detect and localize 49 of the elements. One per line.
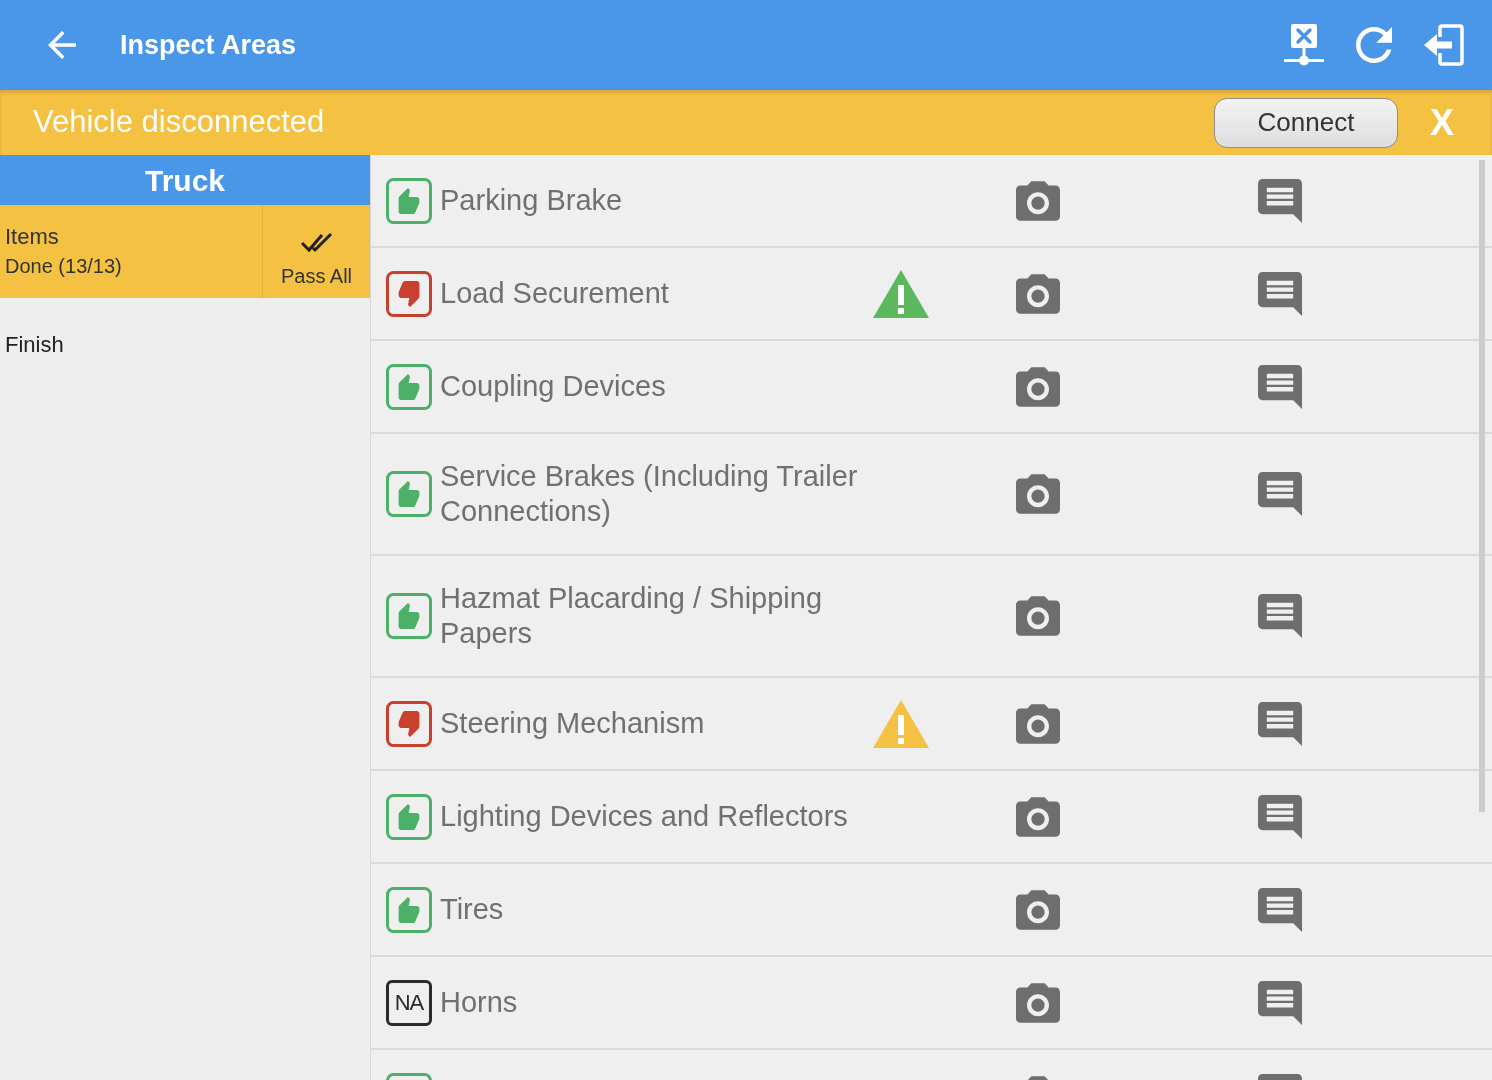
comment-icon[interactable]	[1258, 271, 1302, 316]
camera-icon[interactable]	[1016, 474, 1060, 514]
camera-icon[interactable]	[1016, 180, 1060, 221]
back-arrow-icon[interactable]	[48, 31, 76, 59]
comment-icon[interactable]	[1258, 178, 1302, 223]
item-name: Lighting Devices and Reflectors	[440, 800, 848, 832]
items-label: Items	[5, 222, 60, 251]
connect-button[interactable]: Connect	[1214, 97, 1398, 148]
camera-icon[interactable]	[1016, 703, 1060, 744]
network-error-icon[interactable]	[1284, 23, 1324, 67]
thumbs-up-icon[interactable]	[386, 363, 432, 410]
item-name: Load Securement	[440, 277, 669, 309]
thumbs-up-icon[interactable]	[386, 471, 432, 517]
comment-icon[interactable]	[1258, 980, 1302, 1025]
camera-icon[interactable]	[1016, 273, 1060, 314]
camera-icon[interactable]	[1016, 796, 1060, 837]
thumbs-up-icon[interactable]	[386, 793, 432, 840]
item-name: Tires	[440, 893, 504, 925]
comment-icon[interactable]	[1258, 364, 1302, 409]
item-name: Service Brakes (Including Trailer Connections)	[440, 460, 858, 527]
double-check-icon	[299, 230, 334, 255]
camera-icon[interactable]	[1016, 982, 1060, 1023]
status-message: Vehicle disconnected	[33, 103, 325, 142]
refresh-icon[interactable]	[1356, 27, 1392, 63]
section-header: Truck	[0, 155, 370, 205]
finish-item[interactable]: Finish	[5, 332, 64, 358]
thumbs-up-icon[interactable]	[386, 593, 432, 639]
progress-text: Done (13/13)	[5, 253, 123, 279]
item-name: Parking Brake	[440, 184, 623, 216]
comment-icon[interactable]	[1258, 594, 1302, 638]
pass-all-button[interactable]: Pass All	[262, 205, 370, 298]
thumbs-down-icon[interactable]	[386, 270, 432, 317]
camera-icon[interactable]	[1016, 596, 1060, 636]
status-toggle[interactable]: NA	[386, 979, 432, 1026]
thumbs-up-icon[interactable]	[386, 177, 432, 224]
logout-icon[interactable]	[1424, 24, 1464, 66]
comment-icon[interactable]	[1258, 472, 1302, 516]
item-name: Steering Mechanism	[440, 707, 705, 739]
screen-title: Inspect Areas	[120, 28, 297, 62]
thumbs-down-icon[interactable]	[386, 700, 432, 747]
item-name: Hazmat Placarding / Shipping Papers	[440, 582, 823, 649]
camera-icon[interactable]	[1016, 366, 1060, 407]
item-name: Coupling Devices	[440, 370, 666, 402]
camera-icon[interactable]	[1016, 889, 1060, 930]
comment-icon[interactable]	[1258, 887, 1302, 932]
thumbs-up-icon[interactable]	[386, 886, 432, 933]
comment-icon[interactable]	[1258, 794, 1302, 839]
comment-icon[interactable]	[1258, 701, 1302, 746]
item-name: Horns	[440, 986, 518, 1018]
